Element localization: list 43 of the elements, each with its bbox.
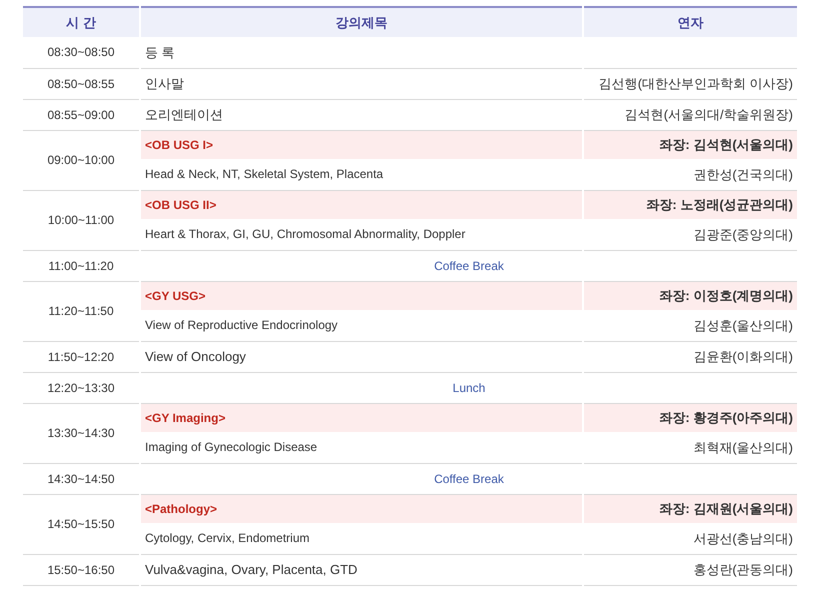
time-cell: 15:50~16:50 bbox=[22, 554, 140, 585]
session-title: <OB USG I> bbox=[140, 130, 583, 159]
time-cell: 14:30~14:50 bbox=[22, 463, 140, 494]
lecture-title: 등 록 bbox=[140, 37, 583, 68]
break-label: Coffee Break bbox=[434, 258, 504, 272]
speaker-name: 김선행(대한산부인과학회 이사장) bbox=[583, 68, 798, 99]
lecture-title: 인사말 bbox=[140, 68, 583, 99]
lecture-title: Imaging of Gynecologic Disease bbox=[140, 432, 583, 463]
speaker-name: 김성훈(울산의대) bbox=[583, 310, 798, 341]
time-cell: 13:30~14:30 bbox=[22, 403, 140, 463]
time-cell: 10:00~11:00 bbox=[22, 190, 140, 250]
speaker-name: 김광준(중앙의대) bbox=[583, 219, 798, 250]
session-chair: 좌장: 김재원(서울의대) bbox=[583, 494, 798, 523]
session-title: <GY USG> bbox=[140, 281, 583, 310]
time-cell: 11:00~11:20 bbox=[22, 250, 140, 281]
time-cell: 14:50~15:50 bbox=[22, 494, 140, 554]
lecture-title: Heart & Thorax, GI, GU, Chromosomal Abnormality, Doppler bbox=[140, 219, 583, 250]
lecture-title: View of Reproductive Endocrinology bbox=[140, 310, 583, 341]
speaker-name: 홍성란(관동의대) bbox=[583, 554, 798, 585]
column-header: 강의제목 bbox=[140, 7, 583, 37]
session-title: <OB USG II> bbox=[140, 190, 583, 219]
time-cell: 08:55~09:00 bbox=[22, 99, 140, 130]
session-chair: 좌장: 황경주(아주의대) bbox=[583, 403, 798, 432]
session-chair: 좌장: 김석현(서울의대) bbox=[583, 130, 798, 159]
lecture-title: Cytology, Cervix, Endometrium bbox=[140, 523, 583, 554]
column-header: 연자 bbox=[583, 7, 798, 37]
time-cell: 11:20~11:50 bbox=[22, 281, 140, 341]
session-title: <GY Imaging> bbox=[140, 403, 583, 432]
speaker-name: 서광선(충남의대) bbox=[583, 523, 798, 554]
speaker-name: 최혁재(울산의대) bbox=[583, 432, 798, 463]
break-label: Lunch bbox=[452, 380, 486, 394]
time-cell: 08:50~08:55 bbox=[22, 68, 140, 99]
time-cell: 12:20~13:30 bbox=[22, 372, 140, 403]
session-title: <Pathology> bbox=[140, 494, 583, 523]
time-cell: 08:30~08:50 bbox=[22, 37, 140, 68]
session-chair: 좌장: 이정호(계명의대) bbox=[583, 281, 798, 310]
session-chair: 좌장: 노정래(성균관의대) bbox=[583, 190, 798, 219]
time-cell: 11:50~12:20 bbox=[22, 341, 140, 372]
lecture-title: Vulva&vagina, Ovary, Placenta, GTD bbox=[140, 554, 583, 585]
break-label: Coffee Break bbox=[434, 472, 504, 486]
speaker-name: 김윤환(이화의대) bbox=[583, 341, 798, 372]
lecture-title: View of Oncology bbox=[140, 341, 583, 372]
column-header: 시 간 bbox=[22, 7, 140, 37]
